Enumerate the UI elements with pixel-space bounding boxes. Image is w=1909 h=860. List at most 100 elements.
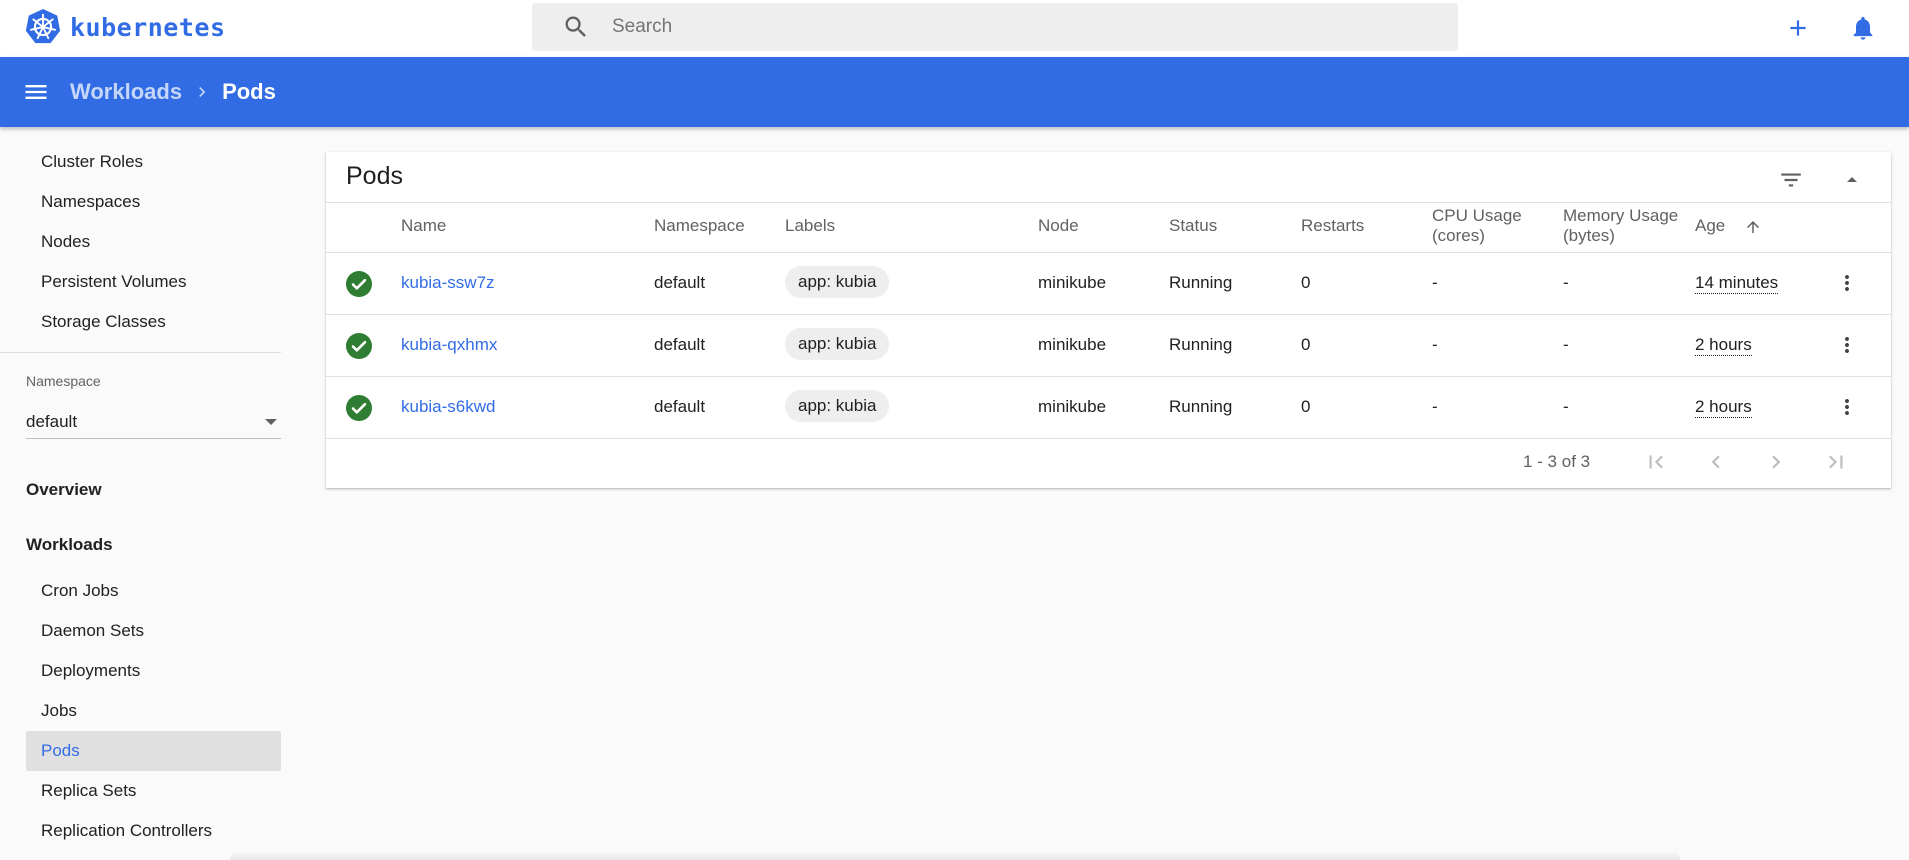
namespace-value: default [26,411,78,431]
table-row: kubia-qxhmx default app: kubia minikube … [326,315,1891,376]
check-circle-icon [346,333,372,359]
top-toolbar: kubernetes [0,0,1909,57]
search-icon [565,16,586,37]
table-row: kubia-s6kwd default app: kubia minikube … [326,377,1891,438]
pod-namespace: default [654,273,706,292]
column-header-cpu: CPU Usage (cores) [1432,206,1522,245]
last-page-icon [1829,455,1843,469]
next-page-button[interactable] [1758,444,1794,480]
label-chip: app: kubia [785,390,890,422]
namespace-select[interactable]: default [26,405,281,439]
pod-name-link[interactable]: kubia-s6kwd [401,397,496,417]
sidebar-item-replica-sets[interactable]: Replica Sets [26,771,281,811]
pod-age: 14 minutes [1695,273,1779,294]
arrow-upward-icon [1746,220,1759,233]
column-header-age-label: Age [1695,216,1726,235]
column-header-status[interactable]: Status [1169,216,1217,236]
pagination-range: 1 - 3 of 3 [1523,452,1591,471]
breadcrumb-workloads[interactable]: Workloads [70,79,182,105]
first-page-icon [1649,455,1663,469]
table-row: kubia-ssw7z default app: kubia minikube … [326,253,1891,314]
label-chip: app: kubia [785,328,890,360]
hamburger-menu-icon [25,85,47,99]
chevron-right-icon [192,82,212,102]
bottom-edge-shadow [230,850,1680,860]
sidebar-item-pods[interactable]: Pods [26,731,281,771]
column-header-namespace[interactable]: Namespace [654,216,745,236]
column-header-memory: Memory Usage (bytes) [1563,206,1679,245]
sidebar-item-overview[interactable]: Overview [26,480,102,500]
pod-status: Running [1169,397,1233,416]
check-circle-icon [346,271,372,297]
sidebar-item-deployments[interactable]: Deployments [26,651,281,691]
dropdown-arrow-icon [265,418,277,425]
arrow-drop-up-icon [1847,177,1857,182]
pod-restarts: 0 [1301,273,1311,292]
column-header-name[interactable]: Name [401,216,446,236]
pod-node: minikube [1038,273,1107,292]
more-vert-icon [1845,275,1849,291]
sidebar-item-daemon-sets[interactable]: Daemon Sets [26,611,281,651]
pods-card: Pods Name Namespace Labels Node Status R… [326,152,1891,488]
pod-cpu: - [1432,397,1438,416]
pod-namespace: default [654,397,706,416]
search-input[interactable] [612,16,1432,38]
column-header-age[interactable]: Age [1695,216,1762,236]
divider [326,438,1891,439]
sidebar: Cluster Roles Namespaces Nodes Persisten… [0,127,281,860]
column-header-labels: Labels [785,216,836,235]
more-vert-icon [1845,337,1849,353]
label-chip: app: kubia [785,266,890,298]
create-button[interactable] [1782,12,1814,44]
collapse-button[interactable] [1834,162,1870,198]
plus-icon [1790,20,1806,36]
first-page-button[interactable] [1638,444,1674,480]
sidebar-item-nodes[interactable]: Nodes [26,222,281,262]
sidebar-item-cluster-roles[interactable]: Cluster Roles [26,142,281,182]
pod-namespace: default [654,335,706,354]
sidebar-item-namespaces[interactable]: Namespaces [26,182,281,222]
sidebar-item-persistent-volumes[interactable]: Persistent Volumes [26,262,281,302]
divider [326,202,1891,203]
pod-age: 2 hours [1695,397,1752,418]
menu-button[interactable] [22,78,50,106]
previous-page-button[interactable] [1698,444,1734,480]
pod-node: minikube [1038,397,1107,416]
card-title: Pods [346,162,403,190]
pod-status: Running [1169,273,1233,292]
filter-button[interactable] [1773,162,1809,198]
filter-icon [1781,173,1801,187]
row-actions-button[interactable] [1832,330,1862,360]
chevron-left-icon [1711,455,1720,469]
pod-memory: - [1563,335,1569,354]
namespace-label: Namespace [26,373,101,389]
sidebar-item-storage-classes[interactable]: Storage Classes [26,302,281,342]
pod-name-link[interactable]: kubia-qxhmx [401,335,497,355]
pod-age: 2 hours [1695,335,1752,356]
sidebar-divider [0,352,281,353]
sidebar-item-jobs[interactable]: Jobs [26,691,281,731]
row-actions-button[interactable] [1832,268,1862,298]
pod-restarts: 0 [1301,335,1311,354]
notifications-button[interactable] [1847,12,1879,44]
sidebar-item-workloads[interactable]: Workloads [26,535,113,555]
pod-restarts: 0 [1301,397,1311,416]
brand-name: kubernetes [70,12,226,42]
last-page-button[interactable] [1818,444,1854,480]
bell-icon [1853,16,1873,40]
column-header-node[interactable]: Node [1038,216,1079,236]
pod-name-link[interactable]: kubia-ssw7z [401,273,495,293]
sidebar-item-replication-controllers[interactable]: Replication Controllers [26,811,281,851]
kubernetes-logo[interactable]: kubernetes [24,8,226,46]
row-actions-button[interactable] [1832,392,1862,422]
column-header-restarts[interactable]: Restarts [1301,216,1364,236]
breadcrumb-bar: Workloads Pods [0,57,1909,127]
pod-memory: - [1563,273,1569,292]
search-bar [532,3,1458,51]
chevron-right-icon [1772,455,1781,469]
pod-cpu: - [1432,273,1438,292]
sidebar-item-cron-jobs[interactable]: Cron Jobs [26,571,281,611]
check-circle-icon [346,395,372,421]
more-vert-icon [1845,399,1849,415]
pod-status: Running [1169,335,1233,354]
